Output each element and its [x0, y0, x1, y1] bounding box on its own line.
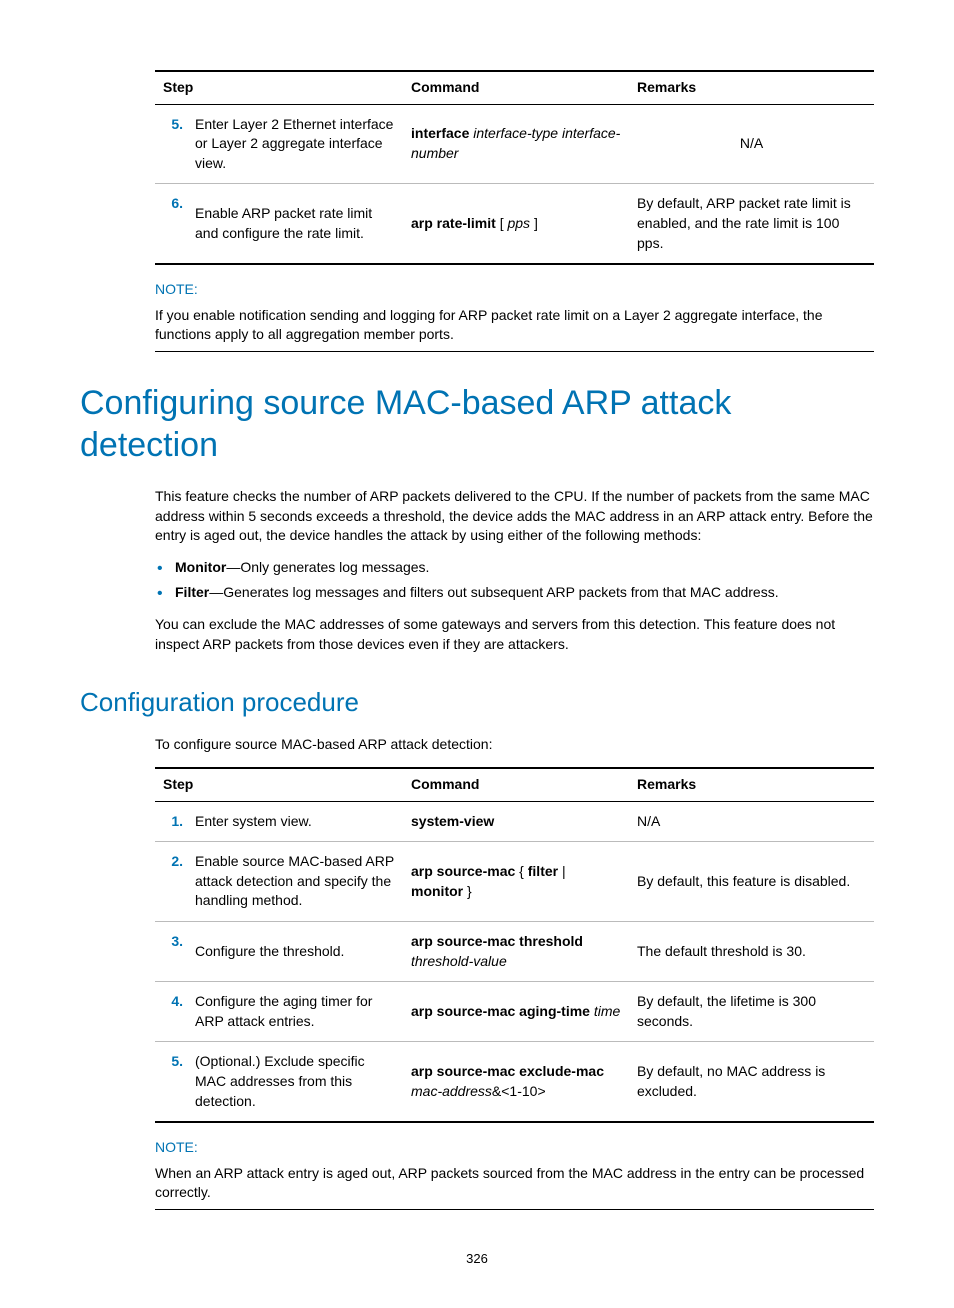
- list-item: Monitor—Only generates log messages.: [175, 558, 874, 578]
- paragraph: To configure source MAC-based ARP attack…: [155, 735, 874, 755]
- command-cell: arp source-mac exclude-mac mac-address&<…: [403, 1042, 629, 1122]
- table-row: 6. Enable ARP packet rate limit and conf…: [155, 184, 874, 264]
- step-number: 3.: [155, 922, 187, 982]
- note-text: When an ARP attack entry is aged out, AR…: [155, 1164, 874, 1210]
- th-command: Command: [403, 768, 629, 801]
- bullet-list: Monitor—Only generates log messages. Fil…: [155, 558, 874, 603]
- th-remarks: Remarks: [629, 71, 874, 104]
- note-label: NOTE:: [155, 1138, 874, 1158]
- note-label: NOTE:: [155, 280, 874, 300]
- list-item: Filter—Generates log messages and filter…: [175, 583, 874, 603]
- remarks-cell: N/A: [629, 104, 874, 184]
- command-cell: arp source-mac threshold threshold-value: [403, 922, 629, 982]
- step-number: 5.: [155, 1042, 187, 1122]
- command-cell: interface interface-type interface-numbe…: [403, 104, 629, 184]
- th-command: Command: [403, 71, 629, 104]
- step-number: 4.: [155, 982, 187, 1042]
- remarks-cell: By default, this feature is disabled.: [629, 842, 874, 922]
- step-number: 2.: [155, 842, 187, 922]
- command-cell: arp source-mac { filter | monitor }: [403, 842, 629, 922]
- step-desc: Enable source MAC-based ARP attack detec…: [187, 842, 403, 922]
- command-cell: arp source-mac aging-time time: [403, 982, 629, 1042]
- step-desc: Enter Layer 2 Ethernet interface or Laye…: [187, 104, 403, 184]
- step-desc: Enable ARP packet rate limit and configu…: [187, 184, 403, 264]
- table-first: Step Command Remarks 5. Enter Layer 2 Et…: [155, 70, 874, 265]
- paragraph: This feature checks the number of ARP pa…: [155, 487, 874, 546]
- th-remarks: Remarks: [629, 768, 874, 801]
- remarks-cell: By default, the lifetime is 300 seconds.: [629, 982, 874, 1042]
- heading-2: Configuration procedure: [80, 684, 874, 720]
- table-second: Step Command Remarks 1. Enter system vie…: [155, 767, 874, 1123]
- command-cell: arp rate-limit [ pps ]: [403, 184, 629, 264]
- remarks-cell: By default, no MAC address is excluded.: [629, 1042, 874, 1122]
- step-number: 5.: [155, 104, 187, 184]
- table-row: 5. (Optional.) Exclude specific MAC addr…: [155, 1042, 874, 1122]
- remarks-cell: The default threshold is 30.: [629, 922, 874, 982]
- table-row: 3. Configure the threshold. arp source-m…: [155, 922, 874, 982]
- th-step: Step: [155, 71, 403, 104]
- step-number: 1.: [155, 801, 187, 842]
- remarks-cell: N/A: [629, 801, 874, 842]
- table-row: 2. Enable source MAC-based ARP attack de…: [155, 842, 874, 922]
- page-number: 326: [80, 1250, 874, 1268]
- th-step: Step: [155, 768, 403, 801]
- step-desc: (Optional.) Exclude specific MAC address…: [187, 1042, 403, 1122]
- note-text: If you enable notification sending and l…: [155, 306, 874, 352]
- step-desc: Enter system view.: [187, 801, 403, 842]
- step-number: 6.: [155, 184, 187, 264]
- remarks-cell: By default, ARP packet rate limit is ena…: [629, 184, 874, 264]
- table-row: 4. Configure the aging timer for ARP att…: [155, 982, 874, 1042]
- step-desc: Configure the threshold.: [187, 922, 403, 982]
- step-desc: Configure the aging timer for ARP attack…: [187, 982, 403, 1042]
- heading-1: Configuring source MAC-based ARP attack …: [80, 382, 874, 467]
- command-cell: system-view: [403, 801, 629, 842]
- paragraph: You can exclude the MAC addresses of som…: [155, 615, 874, 654]
- table-row: 1. Enter system view. system-view N/A: [155, 801, 874, 842]
- table-row: 5. Enter Layer 2 Ethernet interface or L…: [155, 104, 874, 184]
